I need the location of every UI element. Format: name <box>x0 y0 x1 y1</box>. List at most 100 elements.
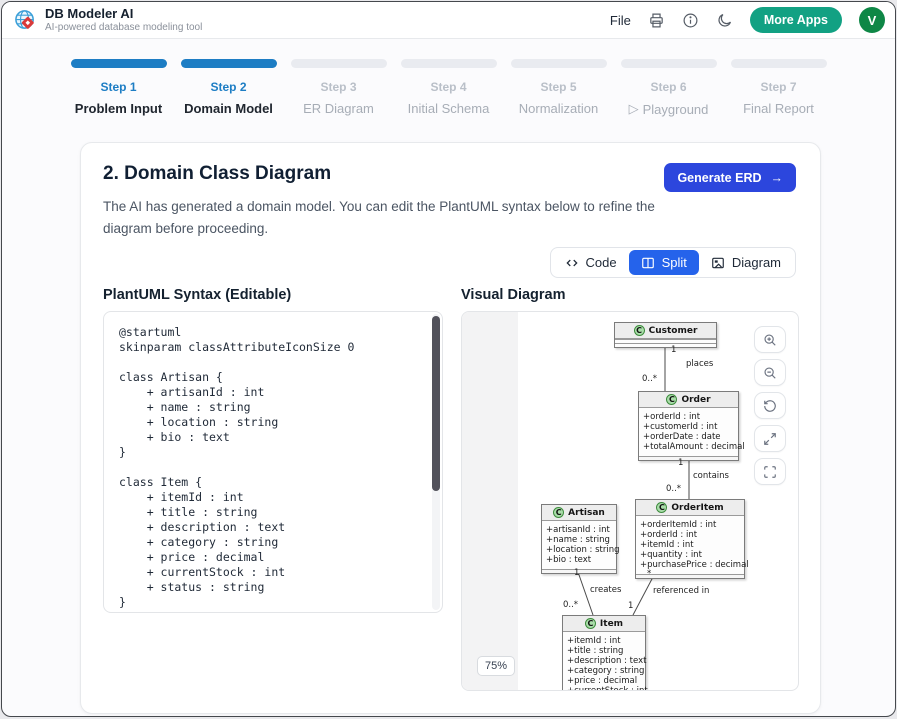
step-number: Step 7 <box>760 80 796 94</box>
step-progress-bar <box>511 59 607 68</box>
class-attribute: +itemId : int <box>640 540 740 550</box>
class-header: C Item <box>563 616 645 632</box>
main-card: 2. Domain Class Diagram Generate ERD → T… <box>80 142 821 714</box>
class-header: C OrderItem <box>636 500 744 516</box>
step-label: Domain Model <box>184 101 273 116</box>
step-progress-bar <box>291 59 387 68</box>
empty-compartment <box>615 343 716 347</box>
class-attribute: +name : string <box>546 535 612 545</box>
step-final-report[interactable]: Step 7 Final Report <box>724 59 834 117</box>
play-icon: ▷ <box>629 101 639 117</box>
class-attributes: +artisanId : int +name : string +locatio… <box>542 521 616 569</box>
editor-scrollbar[interactable] <box>432 314 440 610</box>
arrow-right-icon: → <box>771 171 784 185</box>
class-attribute: +currentStock : int <box>567 686 641 691</box>
fullscreen-button[interactable] <box>754 425 786 452</box>
page-title: 2. Domain Class Diagram <box>103 163 331 185</box>
class-icon: C <box>666 394 677 405</box>
generate-erd-label: Generate ERD <box>677 171 761 185</box>
app-logo-icon <box>14 9 37 32</box>
zoom-out-button[interactable] <box>754 359 786 386</box>
class-attribute: +price : decimal <box>567 676 641 686</box>
relation-label: creates <box>590 585 621 595</box>
step-problem-input[interactable]: Step 1 Problem Input <box>64 59 174 117</box>
class-attribute: +customerId : int <box>643 422 734 432</box>
editor-pane-title: PlantUML Syntax (Editable) <box>103 287 291 303</box>
step-number: Step 3 <box>320 80 356 94</box>
more-apps-button[interactable]: More Apps <box>750 7 842 33</box>
step-domain-model[interactable]: Step 2 Domain Model <box>174 59 284 117</box>
class-name: Customer <box>649 326 698 336</box>
info-icon[interactable] <box>682 12 699 29</box>
multiplicity: 1 <box>628 601 633 611</box>
toggle-split[interactable]: Split <box>629 250 699 275</box>
avatar[interactable]: V <box>859 7 885 33</box>
step-number: Step 1 <box>100 80 136 94</box>
plantuml-editor[interactable]: @startuml skinparam classAttributeIconSi… <box>103 311 443 613</box>
class-attribute: +location : string <box>546 545 612 555</box>
app-title: DB Modeler AI <box>45 7 202 21</box>
class-artisan: C Artisan +artisanId : int +name : strin… <box>541 504 617 574</box>
step-progress-bar <box>621 59 717 68</box>
class-attribute: +totalAmount : decimal <box>643 442 734 452</box>
toggle-diagram-label: Diagram <box>732 255 781 270</box>
step-initial-schema[interactable]: Step 4 Initial Schema <box>394 59 504 117</box>
relation-label: places <box>686 359 713 369</box>
class-name: Order <box>681 395 710 405</box>
reset-view-button[interactable] <box>754 392 786 419</box>
class-attribute: +itemId : int <box>567 636 641 646</box>
editor-scrollbar-thumb[interactable] <box>432 316 440 491</box>
class-header: C Customer <box>615 323 716 339</box>
moon-icon[interactable] <box>716 12 733 29</box>
step-label: ER Diagram <box>303 101 374 116</box>
class-attribute: +category : string <box>567 666 641 676</box>
class-attribute: +orderItemId : int <box>640 520 740 530</box>
class-attribute: +orderDate : date <box>643 432 734 442</box>
step-er-diagram[interactable]: Step 3 ER Diagram <box>284 59 394 117</box>
zoom-level-badge: 75% <box>477 656 515 676</box>
class-attributes: +orderItemId : int +orderId : int +itemI… <box>636 516 744 574</box>
printer-icon[interactable] <box>648 12 665 29</box>
generate-erd-button[interactable]: Generate ERD → <box>664 163 796 192</box>
class-header: C Order <box>639 392 738 408</box>
class-icon: C <box>553 507 564 518</box>
step-label: Normalization <box>519 101 598 116</box>
menu-file[interactable]: File <box>610 13 631 28</box>
step-progress-bar <box>401 59 497 68</box>
step-number: Step 2 <box>210 80 246 94</box>
split-icon <box>641 256 655 270</box>
class-attribute: +quantity : int <box>640 550 740 560</box>
fit-view-button[interactable] <box>754 458 786 485</box>
class-icon: C <box>634 325 645 336</box>
step-playground[interactable]: Step 6 ▷ Playground <box>614 59 724 117</box>
class-attributes: +orderId : int +customerId : int +orderD… <box>639 408 738 456</box>
multiplicity: 0..* <box>642 374 657 384</box>
class-item: C Item +itemId : int +title : string +de… <box>562 615 646 691</box>
class-name: Artisan <box>568 508 605 518</box>
step-label: Final Report <box>743 101 814 116</box>
multiplicity: 1 <box>678 458 683 468</box>
toggle-code[interactable]: Code <box>553 250 629 275</box>
empty-compartment <box>636 574 744 578</box>
maximize-icon <box>763 432 777 446</box>
step-normalization[interactable]: Step 5 Normalization <box>504 59 614 117</box>
toggle-code-label: Code <box>586 255 617 270</box>
zoom-in-icon <box>763 333 777 347</box>
multiplicity: 1 <box>671 345 676 355</box>
zoom-in-button[interactable] <box>754 326 786 353</box>
step-progress-bar <box>731 59 827 68</box>
class-customer: C Customer <box>614 322 717 348</box>
class-attribute: +orderId : int <box>643 412 734 422</box>
plantuml-code[interactable]: @startuml skinparam classAttributeIconSi… <box>119 325 426 610</box>
diagram-panel: C Customer C Order +orderId : int +custo… <box>461 311 799 691</box>
class-icon: C <box>656 502 667 513</box>
multiplicity: 0..* <box>563 600 578 610</box>
class-icon: C <box>585 618 596 629</box>
class-name: Item <box>600 619 623 629</box>
class-attribute: +orderId : int <box>640 530 740 540</box>
zoom-out-icon <box>763 366 777 380</box>
toggle-diagram[interactable]: Diagram <box>699 250 793 275</box>
step-label-text: Playground <box>643 102 709 117</box>
step-number: Step 5 <box>540 80 576 94</box>
step-progress-bar <box>181 59 277 68</box>
